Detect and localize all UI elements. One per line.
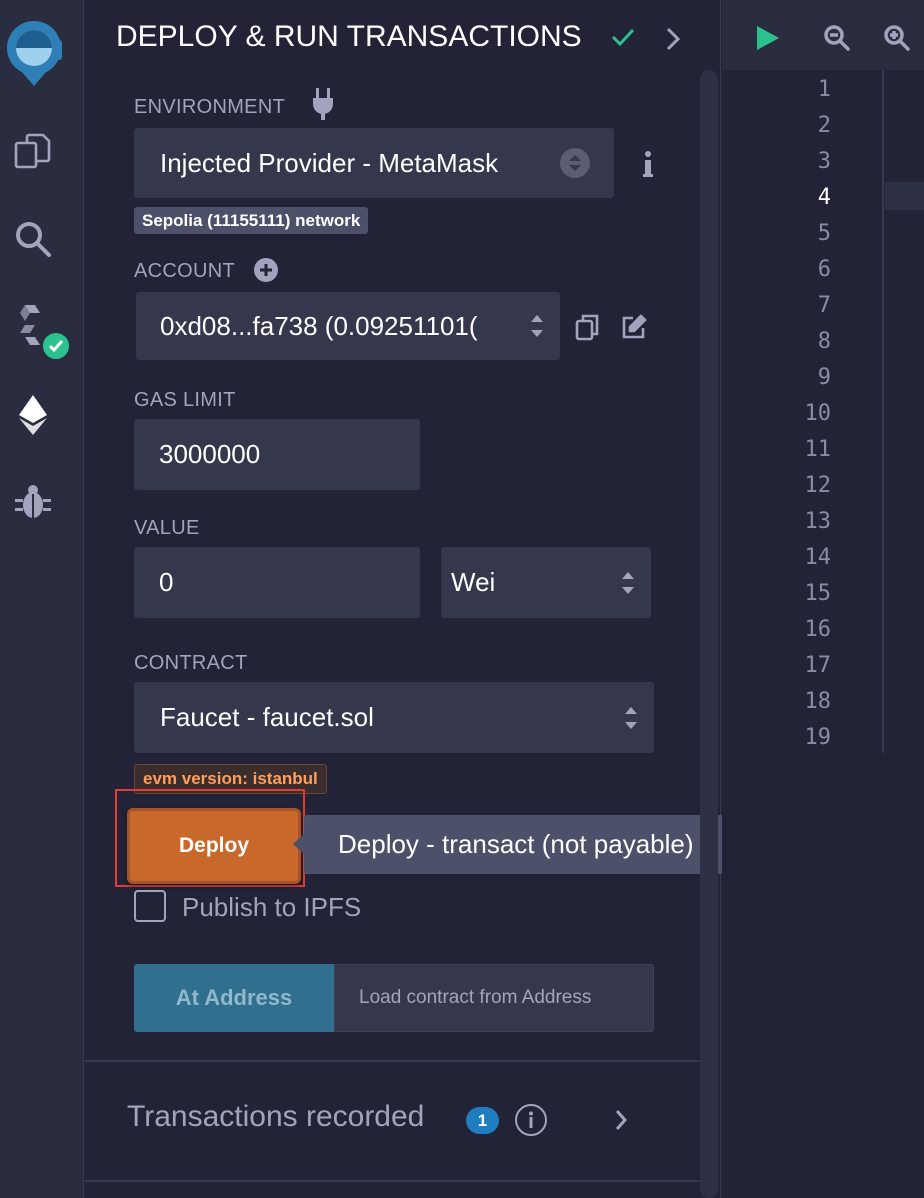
- line-number: 12: [804, 473, 832, 498]
- account-select[interactable]: 0xd08...fa738 (0.09251101(: [136, 292, 560, 360]
- contract-value: Faucet - faucet.sol: [160, 702, 374, 732]
- line-number: 19: [804, 725, 832, 750]
- line-number: 7: [817, 293, 831, 318]
- line-number: 2: [817, 113, 831, 138]
- at-address-button[interactable]: At Address: [134, 964, 334, 1032]
- transactions-info-icon[interactable]: [515, 1104, 547, 1136]
- section-divider: [85, 1180, 703, 1182]
- copy-icon[interactable]: [575, 313, 601, 346]
- publish-ipfs-label: Publish to IPFS: [182, 892, 362, 922]
- line-number: 9: [817, 365, 831, 390]
- transactions-count-badge: 1: [466, 1107, 499, 1134]
- contract-label: CONTRACT: [134, 652, 248, 674]
- zoom-out-icon[interactable]: [823, 24, 851, 57]
- editor-toolbar: [722, 0, 924, 70]
- value-unit-select[interactable]: Wei: [441, 547, 651, 618]
- network-badge: Sepolia (11155111) network: [134, 207, 369, 234]
- active-line-highlight: [885, 182, 924, 210]
- panel-title: DEPLOY & RUN TRANSACTIONS: [116, 20, 582, 53]
- account-label: ACCOUNT: [134, 260, 235, 282]
- line-number: 6: [817, 257, 831, 282]
- line-number: 8: [817, 329, 831, 354]
- code-editor: 1 2 3 4 5 6 7 8 9 10 11 12 13 14 15 16 1…: [722, 0, 924, 1198]
- contract-address-input[interactable]: Load contract from Address: [334, 964, 654, 1032]
- line-number: 4: [817, 185, 831, 210]
- transactions-chevron-icon[interactable]: [613, 1108, 629, 1137]
- line-number: 18: [804, 689, 832, 714]
- check-icon: [610, 24, 636, 55]
- file-explorer-icon[interactable]: [10, 128, 56, 174]
- panel-scrollbar[interactable]: [700, 70, 718, 1198]
- info-icon[interactable]: [641, 150, 655, 183]
- select-arrows-icon: [625, 706, 637, 729]
- select-arrows-icon: [560, 148, 590, 178]
- environment-label: ENVIRONMENT: [134, 96, 286, 118]
- gas-limit-label: GAS LIMIT: [134, 389, 236, 411]
- select-arrows-icon: [622, 571, 634, 594]
- section-divider: [85, 1060, 703, 1062]
- plug-icon: [311, 86, 335, 125]
- line-number: 13: [804, 509, 832, 534]
- environment-select[interactable]: Injected Provider - MetaMask: [134, 128, 614, 198]
- line-number: 5: [817, 221, 831, 246]
- line-number: 17: [804, 653, 832, 678]
- search-icon[interactable]: [10, 216, 56, 262]
- add-account-icon[interactable]: [254, 258, 278, 282]
- value-input[interactable]: 0: [134, 547, 420, 618]
- contract-select[interactable]: Faucet - faucet.sol: [134, 682, 654, 753]
- gutter-border: [882, 70, 884, 753]
- account-value: 0xd08...fa738 (0.09251101(: [160, 310, 478, 341]
- line-number: 11: [804, 437, 832, 462]
- line-number: 10: [804, 401, 832, 426]
- line-number: 15: [804, 581, 832, 606]
- transactions-recorded-label[interactable]: Transactions recorded: [127, 1100, 424, 1134]
- environment-value: Injected Provider - MetaMask: [160, 147, 499, 178]
- value-label: VALUE: [134, 517, 200, 539]
- tooltip-arrow: [293, 834, 304, 854]
- chevron-right-icon[interactable]: [663, 26, 683, 57]
- value-unit: Wei: [451, 567, 496, 597]
- deploy-button[interactable]: Deploy: [127, 808, 301, 884]
- compiled-check-icon: [40, 330, 72, 362]
- publish-ipfs-checkbox[interactable]: [134, 890, 166, 922]
- edit-icon[interactable]: [621, 314, 647, 345]
- zoom-in-icon[interactable]: [883, 24, 911, 57]
- deploy-run-panel: DEPLOY & RUN TRANSACTIONS ENVIRONMENT In…: [85, 0, 773, 1198]
- remix-logo-icon[interactable]: [4, 18, 64, 88]
- line-number: 16: [804, 617, 832, 642]
- line-number: 3: [817, 149, 831, 174]
- run-icon[interactable]: [755, 24, 781, 57]
- icon-rail: [0, 0, 84, 1198]
- line-number: 1: [817, 77, 831, 102]
- gas-limit-input[interactable]: 3000000: [134, 419, 420, 490]
- line-number: 14: [804, 545, 832, 570]
- select-arrows-icon: [531, 315, 543, 337]
- deploy-run-icon[interactable]: [10, 392, 56, 438]
- debugger-icon[interactable]: [10, 478, 56, 524]
